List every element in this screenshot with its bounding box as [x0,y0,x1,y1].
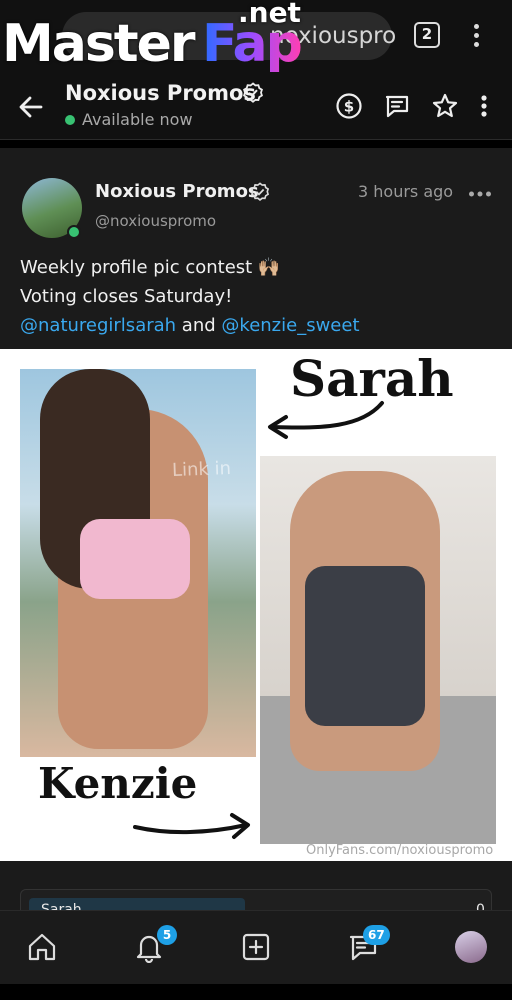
star-icon[interactable] [431,92,459,120]
photo-left [20,369,256,757]
post-mentions-line: @naturegirlsarah and @kenzie_sweet [20,311,360,340]
post-text-line: Weekly profile pic contest 🙌🏼 [20,257,281,278]
more-vertical-icon[interactable] [472,92,496,120]
post-body: Weekly profile pic contest 🙌🏼 Voting clo… [20,253,360,340]
watermark-master: Master [2,14,196,74]
online-indicator [65,115,75,125]
more-horizontal-icon[interactable] [468,190,492,198]
post-media-image[interactable]: Link in Sarah Kenzie OnlyFans.com/noxiou… [0,349,512,861]
media-credit: OnlyFans.com/noxiouspromo [306,843,494,858]
profile-avatar[interactable] [455,931,487,963]
post-author-handle[interactable]: @noxiouspromo [95,212,216,230]
verified-icon [243,82,263,103]
chat-title[interactable]: Noxious Promos [65,81,256,105]
arrow-right-icon [133,813,250,839]
browser-bar: noxiouspro 2 Master Fap .net [0,0,512,74]
add-post-icon[interactable] [240,931,272,963]
mention-link[interactable]: @kenzie_sweet [221,315,359,336]
post-author-name[interactable]: Noxious Promos [95,181,259,202]
image-watermark-text: Link in [171,457,232,482]
label-kenzie: Kenzie [38,759,198,808]
tab-count-button[interactable]: 2 [414,22,440,48]
post-timestamp: 3 hours ago [358,182,454,201]
tip-dollar-icon[interactable]: $ [335,92,363,120]
arrow-left-icon [268,401,384,439]
mention-separator: and [181,315,216,336]
browser-menu-icon[interactable] [466,22,486,50]
photo-right [260,456,496,844]
notifications-badge: 5 [157,925,177,945]
svg-text:$: $ [344,98,354,116]
chat-header: Noxious Promos Available now $ [0,72,512,140]
notes-icon[interactable] [383,92,411,120]
chat-status: Available now [82,110,193,129]
home-icon[interactable] [26,931,58,963]
post-text-line: Voting closes Saturday! [20,286,233,307]
author-online-indicator [67,225,81,239]
mention-link[interactable]: @naturegirlsarah [20,315,176,336]
watermark-net: .net [238,0,301,29]
verified-icon [250,182,270,201]
bottom-navigation: 5 67 [0,910,512,984]
system-navigation-bar [0,984,512,1000]
messages-badge: 67 [363,925,390,945]
back-arrow-icon[interactable] [16,92,46,122]
post-card: Noxious Promos @noxiouspromo 3 hours ago… [0,140,512,929]
